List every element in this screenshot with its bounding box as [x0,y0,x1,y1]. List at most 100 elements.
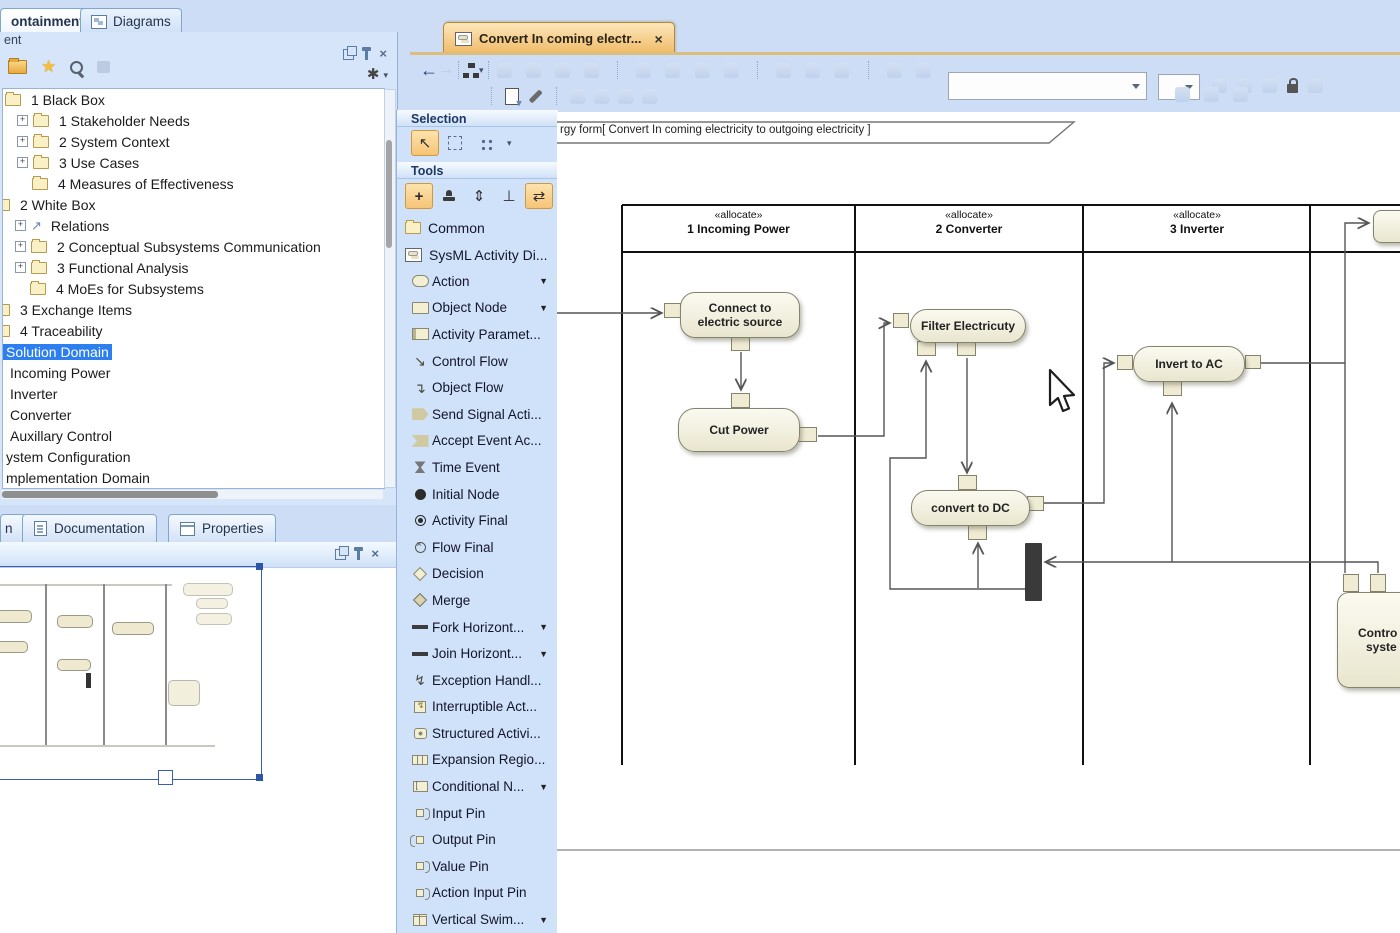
input-pin[interactable] [1117,355,1133,370]
palette-item-output-pin[interactable]: Output Pin [397,826,558,853]
pointer-tool[interactable]: ↖ [411,130,439,156]
scrollbar-thumb[interactable] [386,140,392,248]
palette-item-object-flow[interactable]: ↴Object Flow [397,374,558,401]
tree-item-4-traceability[interactable]: 4 Traceability [3,320,384,341]
chevron-down-icon[interactable]: ▼ [539,915,558,925]
input-pin[interactable] [958,475,977,490]
output-pin[interactable] [798,427,817,442]
palette-item-activity-paramet[interactable]: Activity Paramet... [397,321,558,348]
diagram-tab[interactable]: Convert In coming electr... × [443,22,675,54]
palette-item-time-event[interactable]: Time Event [397,454,558,481]
tree-item-relations[interactable]: +↗Relations [3,215,384,236]
input-pin[interactable] [664,303,681,318]
gear-icon[interactable]: ✱ [367,68,380,82]
forward-arrow-icon[interactable]: → [438,62,454,78]
tree-expander-icon[interactable]: + [17,136,28,147]
tree-horizontal-scrollbar[interactable] [2,490,383,499]
palette-item-conditional-n[interactable]: Conditional N...▼ [397,773,558,800]
tree-expander-icon[interactable]: + [17,115,28,126]
tree-item-inverter[interactable]: Inverter [3,383,384,404]
palette-item-accept-event-ac[interactable]: Accept Event Ac... [397,428,558,455]
palette-item-action[interactable]: Action▼ [397,268,558,295]
tree-item-solution-domain[interactable]: Solution Domain [3,341,384,362]
output-pin[interactable] [731,336,750,351]
action-node-partial[interactable] [1373,210,1400,243]
chevron-down-icon[interactable]: ▼ [539,303,558,313]
action-node-filter-electricity[interactable]: Filter Electricuty [910,309,1026,343]
action-node-invert-to-ac[interactable]: Invert to AC [1133,346,1245,382]
palette-item-vertical-swim[interactable]: Vertical Swim...▼ [397,906,558,933]
viewport-handle[interactable] [158,770,173,785]
tree-item-2-system-context[interactable]: +2 System Context [3,131,384,152]
fork-join-bar[interactable] [1025,543,1042,601]
chevron-down-icon[interactable]: ▼ [539,649,558,659]
wrench-icon[interactable] [529,89,543,103]
overview-viewport-rect[interactable] [0,566,262,780]
tree-item-3-functional-analysis[interactable]: +3 Functional Analysis [3,257,384,278]
favorite-star-icon[interactable]: ★ [41,60,56,74]
search-icon[interactable] [70,61,83,74]
align-tool[interactable]: ⇕ [465,183,493,209]
palette-item-object-node[interactable]: Object Node▼ [397,295,558,322]
palette-item-fork-horizont[interactable]: Fork Horizont...▼ [397,614,558,641]
pan-tool[interactable]: + [405,183,433,209]
palette-group-sysml-activity[interactable]: SysML Activity Di... [397,242,558,267]
tree-item-3-exchange-items[interactable]: 3 Exchange Items [3,299,384,320]
back-arrow-icon[interactable]: ← [420,61,438,79]
palette-item-control-flow[interactable]: ↘Control Flow [397,348,558,375]
palette-item-initial-node[interactable]: Initial Node [397,481,558,508]
tree-expander-icon[interactable]: + [15,220,26,231]
tree-expander-icon[interactable]: + [15,241,26,252]
output-pin[interactable] [1245,355,1261,369]
input-pin[interactable] [893,313,909,328]
gear-dropdown-caret[interactable]: ▾ [383,71,388,79]
marquee-tool[interactable] [441,130,469,156]
input-pin[interactable] [1343,574,1359,592]
tree-item-4-moes-for-subsystems[interactable]: 4 MoEs for Subsystems [3,278,384,299]
tab-diagrams[interactable]: Diagrams [80,8,182,34]
palette-item-action-input-pin[interactable]: Action Input Pin [397,880,558,907]
tree-item-1-stakeholder-needs[interactable]: +1 Stakeholder Needs [3,110,384,131]
input-pin[interactable] [731,393,750,408]
input-pin[interactable] [968,525,987,540]
scrollbar-thumb[interactable] [2,491,218,498]
input-pin[interactable] [1370,574,1386,592]
related-elements-tool[interactable]: ⇄ [525,183,553,209]
tab-documentation[interactable]: Documentation [22,514,157,543]
input-pin[interactable] [1163,381,1182,396]
viewport-handle[interactable] [256,774,263,781]
palette-group-common[interactable]: Common [397,216,558,240]
palette-item-join-horizont[interactable]: Join Horizont...▼ [397,640,558,667]
chevron-down-icon[interactable]: ▼ [539,782,558,792]
tab-properties[interactable]: Properties [168,514,276,543]
palette-item-flow-final[interactable]: Flow Final [397,534,558,561]
action-node-convert-to-dc[interactable]: convert to DC [911,490,1030,526]
tree-vertical-scrollbar[interactable] [384,89,396,488]
tree-item-converter[interactable]: Converter [3,404,384,425]
report-icon[interactable] [97,61,110,73]
palette-item-decision[interactable]: Decision [397,561,558,588]
new-document-icon[interactable] [505,88,519,105]
tree-item-4-measures-of-effectiveness[interactable]: 4 Measures of Effectiveness [3,173,384,194]
palette-item-exception-handl[interactable]: ↯Exception Handl... [397,667,558,694]
tree-item-1-black-box[interactable]: 1 Black Box [3,89,384,110]
pin-icon[interactable] [357,551,360,560]
output-pin[interactable] [957,341,976,356]
tree-item-2-white-box[interactable]: 2 White Box [3,194,384,215]
diagram-tab-close-icon[interactable]: × [655,31,663,47]
distribute-tool[interactable]: ⊥ [495,183,523,209]
viewport-handle[interactable] [256,563,263,570]
tree-item-2-conceptual-subsystems-communication[interactable]: +2 Conceptual Subsystems Communication [3,236,384,257]
multi-select-tool[interactable] [471,130,499,156]
palette-item-merge[interactable]: Merge [397,587,558,614]
hierarchy-icon[interactable] [463,63,479,78]
stamp-tool[interactable] [435,183,463,209]
palette-item-expansion-regio[interactable]: Expansion Regio... [397,747,558,774]
tree-item-incoming-power[interactable]: Incoming Power [3,362,384,383]
toolbar-combobox[interactable] [948,72,1147,100]
tree-item-ystem-configuration[interactable]: ystem Configuration [3,446,384,467]
tree-item-mplementation-domain[interactable]: mplementation Domain [3,467,384,488]
palette-item-activity-final[interactable]: Activity Final [397,507,558,534]
chevron-down-icon[interactable]: ▼ [539,622,558,632]
hierarchy-dropdown-caret[interactable]: ▾ [479,66,484,74]
